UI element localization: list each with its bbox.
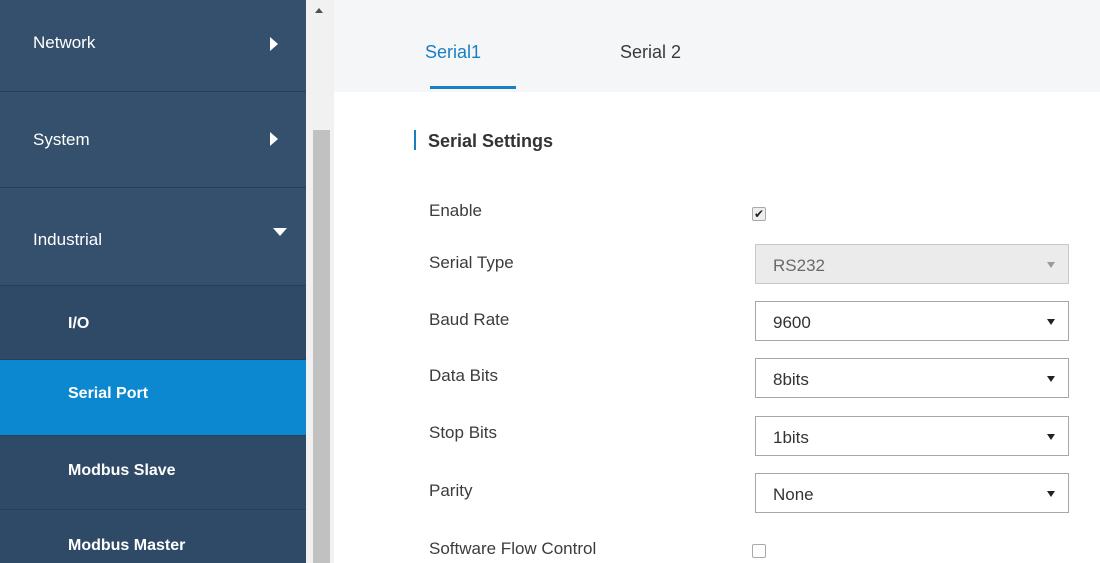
data-bits-value: 8bits [773, 370, 809, 389]
sidebar-item-serial-port[interactable]: Serial Port [0, 360, 306, 436]
stop-bits-label: Stop Bits [429, 423, 498, 442]
sidebar-item-modbus-master[interactable]: Modbus Master [0, 510, 306, 563]
chevron-down-icon [1047, 434, 1055, 440]
sidebar-item-io[interactable]: I/O [0, 286, 306, 360]
data-bits-label: Data Bits [429, 366, 498, 385]
section-title: Serial Settings [428, 131, 554, 151]
sidebar-item-label: System [33, 130, 90, 149]
enable-label: Enable [429, 201, 482, 220]
sidebar-item-label: Serial Port [68, 385, 149, 402]
sidebar-item-network[interactable]: Network [0, 0, 306, 92]
baud-rate-label: Baud Rate [429, 310, 510, 329]
stop-bits-select[interactable]: 1bits [755, 416, 1069, 456]
sidebar-scrollbar[interactable] [306, 0, 334, 563]
sidebar-item-label: Modbus Slave [68, 462, 176, 479]
data-bits-select[interactable]: 8bits [755, 358, 1069, 398]
serial-type-label: Serial Type [429, 253, 514, 272]
baud-rate-value: 9600 [773, 313, 811, 332]
chevron-down-icon [1047, 262, 1055, 268]
chevron-right-icon [270, 37, 278, 51]
chevron-right-icon [270, 132, 278, 146]
tab-serial2[interactable]: Serial 2 [620, 42, 681, 63]
sidebar-item-label: Modbus Master [68, 537, 186, 554]
serial-type-select: RS232 [755, 244, 1069, 284]
parity-label: Parity [429, 481, 473, 500]
tab-serial1[interactable]: Serial1 [425, 42, 481, 63]
chevron-down-icon [1047, 491, 1055, 497]
sidebar-item-modbus-slave[interactable]: Modbus Slave [0, 436, 306, 510]
scroll-up-icon[interactable] [315, 8, 323, 13]
chevron-down-icon [273, 228, 287, 236]
parity-value: None [773, 485, 814, 504]
baud-rate-select[interactable]: 9600 [755, 301, 1069, 341]
sidebar-item-label: Industrial [33, 230, 102, 249]
section-accent-bar [414, 130, 416, 150]
chevron-down-icon [1047, 319, 1055, 325]
software-flow-control-checkbox[interactable] [752, 544, 766, 558]
stop-bits-value: 1bits [773, 428, 809, 447]
enable-checkbox[interactable]: ✔ [752, 207, 766, 221]
sidebar-item-label: I/O [68, 315, 90, 332]
checkmark-icon: ✔ [753, 207, 765, 221]
sidebar-item-system[interactable]: System [0, 92, 306, 188]
active-tab-indicator [430, 86, 516, 89]
tab-bar: Serial1 Serial 2 [334, 0, 1100, 92]
parity-select[interactable]: None [755, 473, 1069, 513]
scrollbar-thumb[interactable] [313, 130, 330, 563]
chevron-down-icon [1047, 376, 1055, 382]
sidebar-item-industrial[interactable]: Industrial [0, 188, 306, 286]
software-flow-control-label: Software Flow Control [429, 539, 597, 558]
serial-type-value: RS232 [773, 256, 825, 275]
sidebar-item-label: Network [33, 33, 96, 52]
sidebar: Network System Industrial I/O Serial Por… [0, 0, 306, 563]
